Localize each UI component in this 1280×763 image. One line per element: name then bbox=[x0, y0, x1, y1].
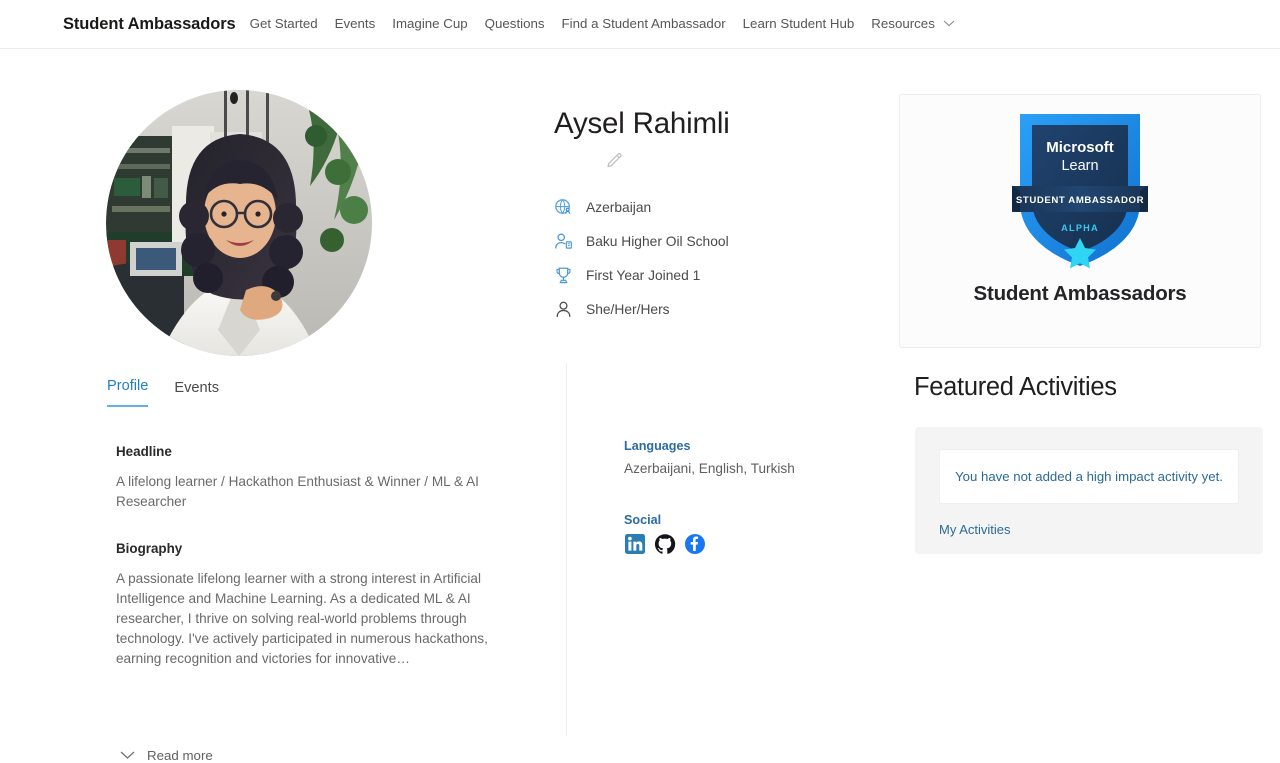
languages-label: Languages bbox=[624, 439, 691, 453]
nav-links: Get Started Events Imagine Cup Questions… bbox=[250, 16, 972, 32]
student-ambassador-badge-icon: Microsoft Learn STUDENT AMBASSADOR ALPHA bbox=[1006, 104, 1154, 276]
tab-events[interactable]: Events bbox=[174, 381, 219, 407]
biography-title: Biography bbox=[116, 541, 183, 556]
top-navigation-bar: Student Ambassadors Get Started Events I… bbox=[0, 0, 1280, 49]
nav-link-events[interactable]: Events bbox=[335, 17, 376, 31]
svg-text:ALPHA: ALPHA bbox=[1061, 223, 1099, 233]
side-info-column: Languages Azerbaijani, English, Turkish … bbox=[624, 439, 814, 555]
headline-title: Headline bbox=[116, 444, 172, 459]
languages-value: Azerbaijani, English, Turkish bbox=[624, 461, 795, 476]
fact-year-joined: First Year Joined 1 bbox=[554, 259, 884, 293]
nav-link-find-a-student-ambassador[interactable]: Find a Student Ambassador bbox=[562, 17, 726, 31]
nav-link-learn-student-hub[interactable]: Learn Student Hub bbox=[743, 17, 855, 31]
nav-link-imagine-cup[interactable]: Imagine Cup bbox=[392, 17, 467, 31]
empty-state-message: You have not added a high impact activit… bbox=[955, 469, 1223, 484]
svg-text:Learn: Learn bbox=[1061, 158, 1098, 174]
featured-activities-title: Featured Activities bbox=[914, 373, 1117, 401]
chevron-down-icon bbox=[120, 751, 135, 760]
social-block: Social bbox=[624, 513, 814, 555]
person-building-icon bbox=[554, 232, 573, 251]
avatar[interactable] bbox=[106, 90, 372, 356]
github-icon[interactable] bbox=[654, 533, 676, 555]
fact-country-label: Azerbaijan bbox=[586, 200, 652, 216]
fact-country: Azerbaijan bbox=[554, 191, 884, 225]
badge-caption: Student Ambassadors bbox=[973, 282, 1187, 305]
nav-link-resources-label: Resources bbox=[871, 16, 935, 32]
svg-text:Microsoft: Microsoft bbox=[1046, 139, 1114, 156]
profile-tabs: Profile Events bbox=[107, 379, 219, 407]
facebook-icon[interactable] bbox=[684, 533, 706, 555]
read-more-button[interactable]: Read more bbox=[120, 749, 213, 762]
fact-pronouns: She/Her/Hers bbox=[554, 293, 884, 327]
tab-profile[interactable]: Profile bbox=[107, 379, 149, 407]
headline-body: A lifelong learner / Hackathon Enthusias… bbox=[116, 474, 479, 510]
page-content: Aysel Rahimli Azerbaijan Baku Higher Oil… bbox=[0, 49, 1280, 762]
edit-profile-row bbox=[554, 141, 884, 181]
nav-brand[interactable]: Student Ambassadors bbox=[63, 15, 236, 34]
nav-link-questions[interactable]: Questions bbox=[485, 17, 545, 31]
globe-person-icon bbox=[554, 198, 573, 217]
column-divider bbox=[566, 363, 567, 736]
nav-link-resources[interactable]: Resources bbox=[871, 16, 955, 32]
biography-body: A passionate lifelong learner with a str… bbox=[116, 571, 488, 667]
biography-section: Biography A passionate lifelong learner … bbox=[116, 541, 508, 670]
badge-card: Microsoft Learn STUDENT AMBASSADOR ALPHA… bbox=[899, 94, 1261, 348]
chevron-down-icon bbox=[943, 20, 955, 27]
featured-activities-card: You have not added a high impact activit… bbox=[915, 427, 1263, 554]
identity-block: Aysel Rahimli Azerbaijan Baku Higher Oil… bbox=[554, 107, 884, 327]
headline-section: Headline A lifelong learner / Hackathon … bbox=[116, 444, 508, 512]
svg-text:STUDENT AMBASSADOR: STUDENT AMBASSADOR bbox=[1016, 195, 1144, 206]
social-label: Social bbox=[624, 512, 662, 527]
linkedin-icon[interactable] bbox=[624, 533, 646, 555]
fact-year-joined-label: First Year Joined 1 bbox=[586, 268, 701, 284]
social-icon-list bbox=[624, 533, 814, 555]
nav-link-get-started[interactable]: Get Started bbox=[250, 17, 318, 31]
page-title: Aysel Rahimli bbox=[554, 107, 730, 140]
fact-school-label: Baku Higher Oil School bbox=[586, 234, 729, 250]
trophy-icon bbox=[554, 266, 573, 285]
profile-facts: Azerbaijan Baku Higher Oil School First … bbox=[554, 191, 884, 327]
fact-pronouns-label: She/Her/Hers bbox=[586, 302, 670, 318]
pencil-icon[interactable] bbox=[604, 151, 624, 171]
empty-state-box: You have not added a high impact activit… bbox=[939, 449, 1239, 504]
person-icon bbox=[554, 300, 573, 319]
read-more-label: Read more bbox=[147, 748, 213, 763]
my-activities-link[interactable]: My Activities bbox=[939, 523, 1011, 536]
fact-school: Baku Higher Oil School bbox=[554, 225, 884, 259]
languages-block: Languages Azerbaijani, English, Turkish bbox=[624, 439, 814, 479]
